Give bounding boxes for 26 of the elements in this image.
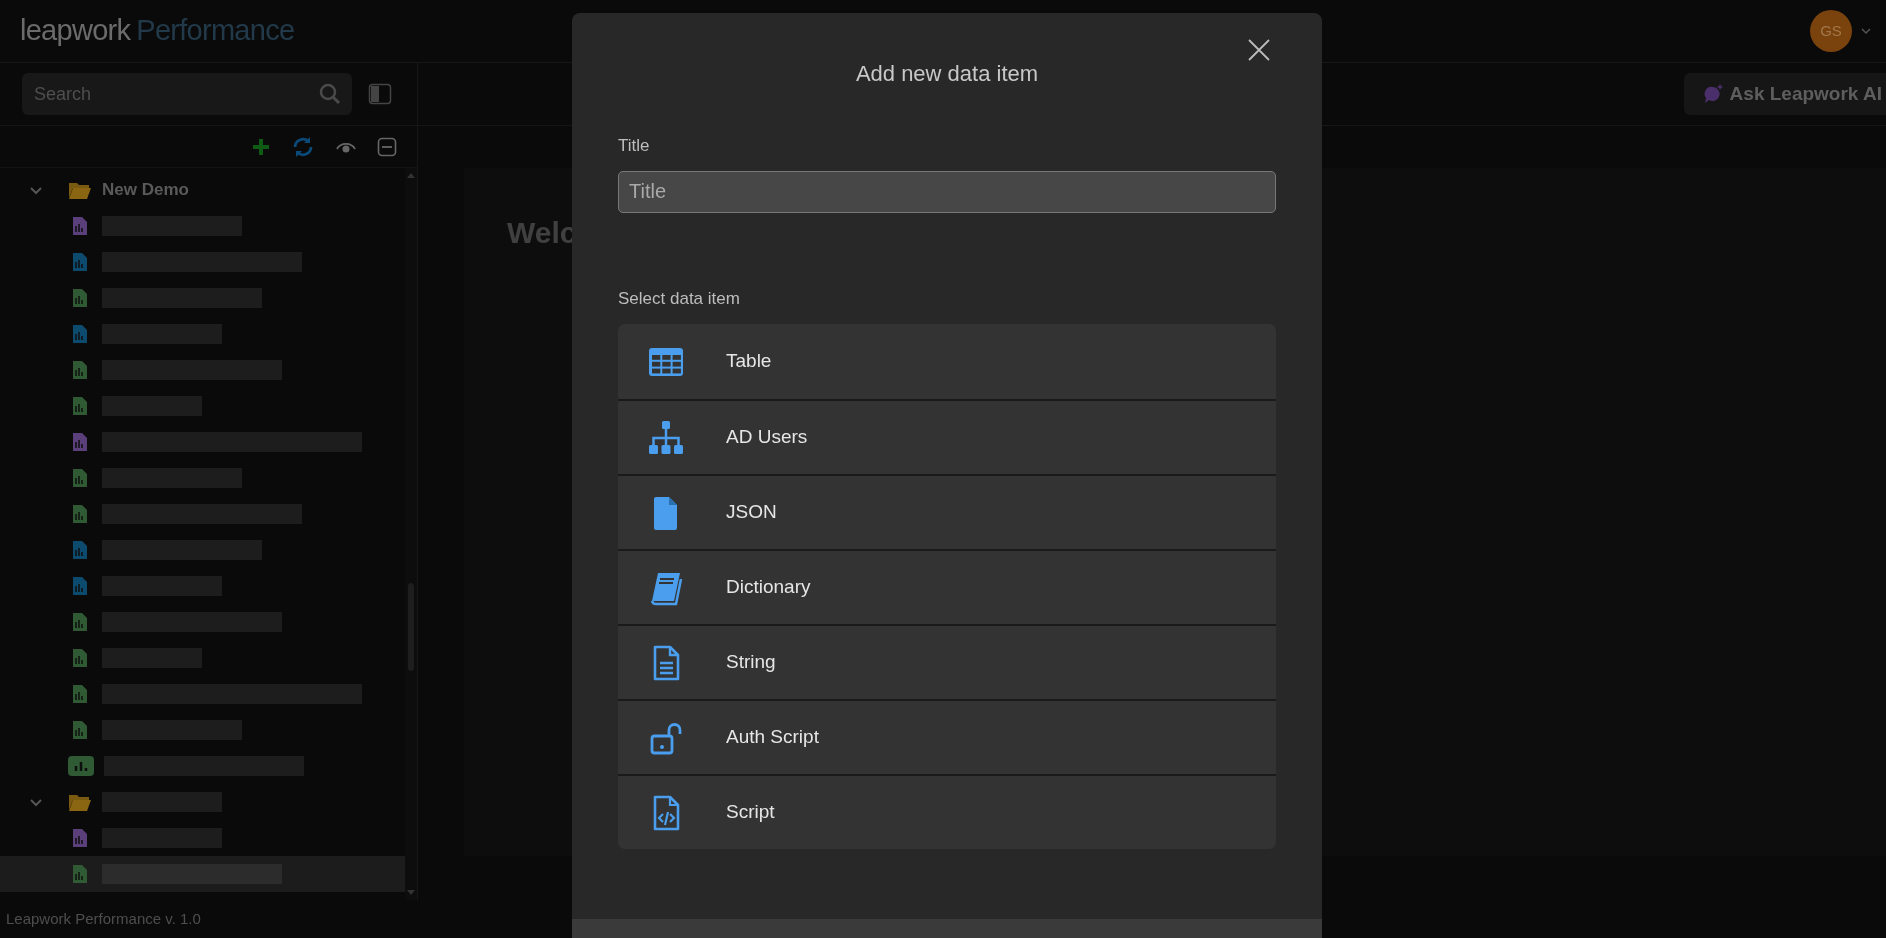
scroll-up-icon[interactable] [407,172,415,178]
sparkle-bubble-icon [1703,84,1724,104]
version-text: Leapwork Performance v. 1.0 [6,908,201,929]
title-input[interactable]: Title [618,170,1276,213]
section-label: Select data item [618,287,741,310]
sidebar-toggle-icon[interactable] [368,83,392,105]
dialog-title: Add new data item [855,60,1039,88]
close-icon [1247,38,1271,62]
tree-row[interactable] [0,856,405,892]
data-item-option[interactable]: Table [618,324,1276,399]
folder-icon [68,792,92,812]
data-item-option[interactable]: String [618,624,1276,699]
data-item-option[interactable]: Dictionary [618,549,1276,624]
chevron-down-icon[interactable] [1860,25,1872,37]
search-icon[interactable] [318,82,342,106]
data-item-option[interactable]: Auth Script [618,699,1276,774]
scroll-down-icon[interactable] [407,890,415,896]
data-item-option[interactable]: JSON [618,474,1276,549]
data-item-option[interactable]: Script [618,774,1276,849]
add-icon[interactable] [251,136,271,157]
field-label: Title [618,135,651,157]
folder-icon [68,180,92,200]
folder-name: New Demo [102,179,189,202]
data-item-option[interactable]: AD Users [618,399,1276,474]
collapse-all-icon[interactable] [377,136,397,157]
logo: leapwork Performance [20,13,295,49]
